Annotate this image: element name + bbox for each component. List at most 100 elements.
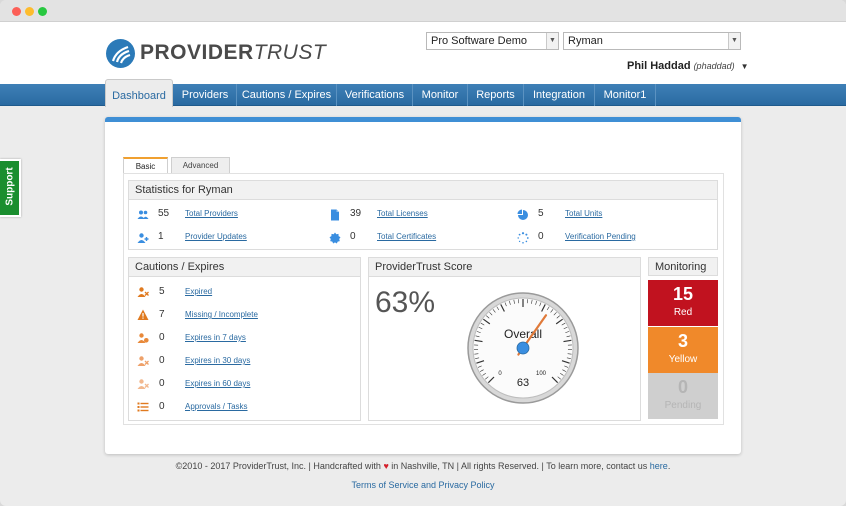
score-percent: 63% <box>375 286 436 319</box>
chevron-down-icon: ▼ <box>728 33 740 49</box>
caution-value: 0 <box>159 401 165 412</box>
monitoring-yellow-label: Yellow <box>668 354 698 365</box>
stat-value: 1 <box>158 231 164 242</box>
support-label: Support <box>4 167 16 206</box>
stat-link[interactable]: Total Providers <box>185 209 238 218</box>
monitoring-red-label: Red <box>673 307 693 318</box>
user-clock-icon <box>137 379 149 389</box>
browser-window: PROVIDERTRUST Pro Software Demo ▼ Ryman … <box>0 0 846 506</box>
user-clock-icon <box>137 333 149 343</box>
cautions-panel: Cautions / Expires 5 Expired 7 Missing /… <box>128 257 361 421</box>
stat-verification-pending: 0 Verification Pending <box>517 231 636 245</box>
nav-providers[interactable]: Providers <box>174 84 237 106</box>
caution-value: 0 <box>159 355 165 366</box>
heart-icon: ♥ <box>383 461 389 471</box>
user-menu[interactable]: Phil Haddad (phaddad) ▼ <box>627 60 749 72</box>
stat-value: 0 <box>538 231 544 242</box>
logo-icon <box>106 38 135 68</box>
user-clock-icon <box>137 356 149 366</box>
pie-icon <box>517 209 528 220</box>
organization-select[interactable]: Ryman ▼ <box>563 32 741 50</box>
stat-total-certificates: 0 Total Certificates <box>329 231 436 245</box>
monitoring-pending-box[interactable]: 0 Pending <box>648 373 718 419</box>
nav-monitor1[interactable]: Monitor1 <box>595 84 656 106</box>
user-handle: (phaddad) <box>693 61 735 71</box>
footer-location: in Nashville, TN <box>391 461 455 471</box>
stat-total-licenses: 39 Total Licenses <box>329 208 428 222</box>
caret-down-icon: ▼ <box>740 62 749 71</box>
user-plus-icon <box>137 233 149 243</box>
nav-integration[interactable]: Integration <box>524 84 595 106</box>
caution-value: 0 <box>159 332 165 343</box>
stat-value: 39 <box>350 208 362 219</box>
providertrust-logo[interactable]: PROVIDERTRUST <box>106 38 326 68</box>
spinner-icon <box>517 232 529 244</box>
main-nav: Dashboard Providers Cautions / Expires V… <box>0 79 846 107</box>
stat-link[interactable]: Verification Pending <box>565 232 636 241</box>
footer-contact: To learn more, contact us <box>546 461 648 471</box>
caution-value: 5 <box>159 286 165 297</box>
stat-provider-updates: 1 Provider Updates <box>137 231 247 245</box>
gauge-max-label: 100 <box>536 371 547 377</box>
caution-value: 0 <box>159 378 165 389</box>
caution-link[interactable]: Expires in 7 days <box>185 333 246 342</box>
close-window-button[interactable] <box>12 7 21 16</box>
warning-icon <box>137 309 149 320</box>
caution-value: 7 <box>159 309 165 320</box>
certificate-icon <box>329 232 341 244</box>
score-panel: ProviderTrust Score 63% Overall 0 100 63 <box>368 257 641 421</box>
monitoring-pending-count: 0 <box>677 377 688 397</box>
gauge-hub <box>516 341 530 355</box>
monitoring-red-box[interactable]: 15 Red <box>648 280 718 326</box>
stat-link[interactable]: Provider Updates <box>185 232 247 241</box>
statistics-title: Statistics for Ryman <box>129 181 717 200</box>
app-header: PROVIDERTRUST Pro Software Demo ▼ Ryman … <box>0 22 846 84</box>
monitoring-red-count: 15 <box>672 284 694 304</box>
caution-link[interactable]: Approvals / Tasks <box>185 402 248 411</box>
score-title: ProviderTrust Score <box>369 258 640 277</box>
stat-link[interactable]: Total Certificates <box>377 232 436 241</box>
users-icon <box>137 210 149 219</box>
nav-monitor[interactable]: Monitor <box>413 84 468 106</box>
logo-text-bold: PROVIDER <box>140 41 254 64</box>
footer-rights: All rights Reserved. <box>461 461 540 471</box>
nav-cautions-expires[interactable]: Cautions / Expires <box>237 84 337 106</box>
logo-text: PROVIDERTRUST <box>140 41 326 65</box>
user-name: Phil Haddad <box>627 60 691 72</box>
monitoring-yellow-box[interactable]: 3 Yellow <box>648 327 718 373</box>
list-icon <box>137 402 149 412</box>
window-titlebar <box>0 0 846 22</box>
stat-link[interactable]: Total Licenses <box>377 209 428 218</box>
maximize-window-button[interactable] <box>38 7 47 16</box>
nav-dashboard[interactable]: Dashboard <box>105 79 173 107</box>
stat-value: 0 <box>350 231 356 242</box>
tab-basic[interactable]: Basic <box>123 157 168 173</box>
minimize-window-button[interactable] <box>25 7 34 16</box>
score-gauge: Overall 0 100 63 <box>467 292 579 404</box>
stat-value: 55 <box>158 208 170 219</box>
tab-advanced[interactable]: Advanced <box>171 157 230 173</box>
caution-link[interactable]: Expired <box>185 287 212 296</box>
caution-link[interactable]: Missing / Incomplete <box>185 310 258 319</box>
organization-select-value: Ryman <box>568 35 603 47</box>
stat-total-units: 5 Total Units <box>517 208 602 222</box>
stat-link[interactable]: Total Units <box>565 209 602 218</box>
monitoring-pending-label: Pending <box>664 400 702 411</box>
monitoring-panel: Monitoring 15 Red 3 Yellow 0 Pending <box>648 257 718 421</box>
account-select-value: Pro Software Demo <box>431 35 527 47</box>
monitoring-title: Monitoring <box>648 257 718 276</box>
nav-reports[interactable]: Reports <box>468 84 524 106</box>
account-select[interactable]: Pro Software Demo ▼ <box>426 32 559 50</box>
footer-copyright: ©2010 - 2017 ProviderTrust, Inc. <box>175 461 307 471</box>
statistics-panel: Statistics for Ryman 55 Total Providers … <box>128 180 718 250</box>
terms-link[interactable]: Terms of Service and Privacy Policy <box>0 480 846 490</box>
cautions-title: Cautions / Expires <box>129 258 360 277</box>
caution-link[interactable]: Expires in 30 days <box>185 356 250 365</box>
caution-link[interactable]: Expires in 60 days <box>185 379 250 388</box>
footer-contact-link[interactable]: here <box>650 461 668 471</box>
nav-verifications[interactable]: Verifications <box>337 84 413 106</box>
document-icon <box>331 209 339 221</box>
monitoring-yellow-count: 3 <box>677 331 688 351</box>
support-tab[interactable]: Support <box>0 159 21 217</box>
stat-value: 5 <box>538 208 544 219</box>
